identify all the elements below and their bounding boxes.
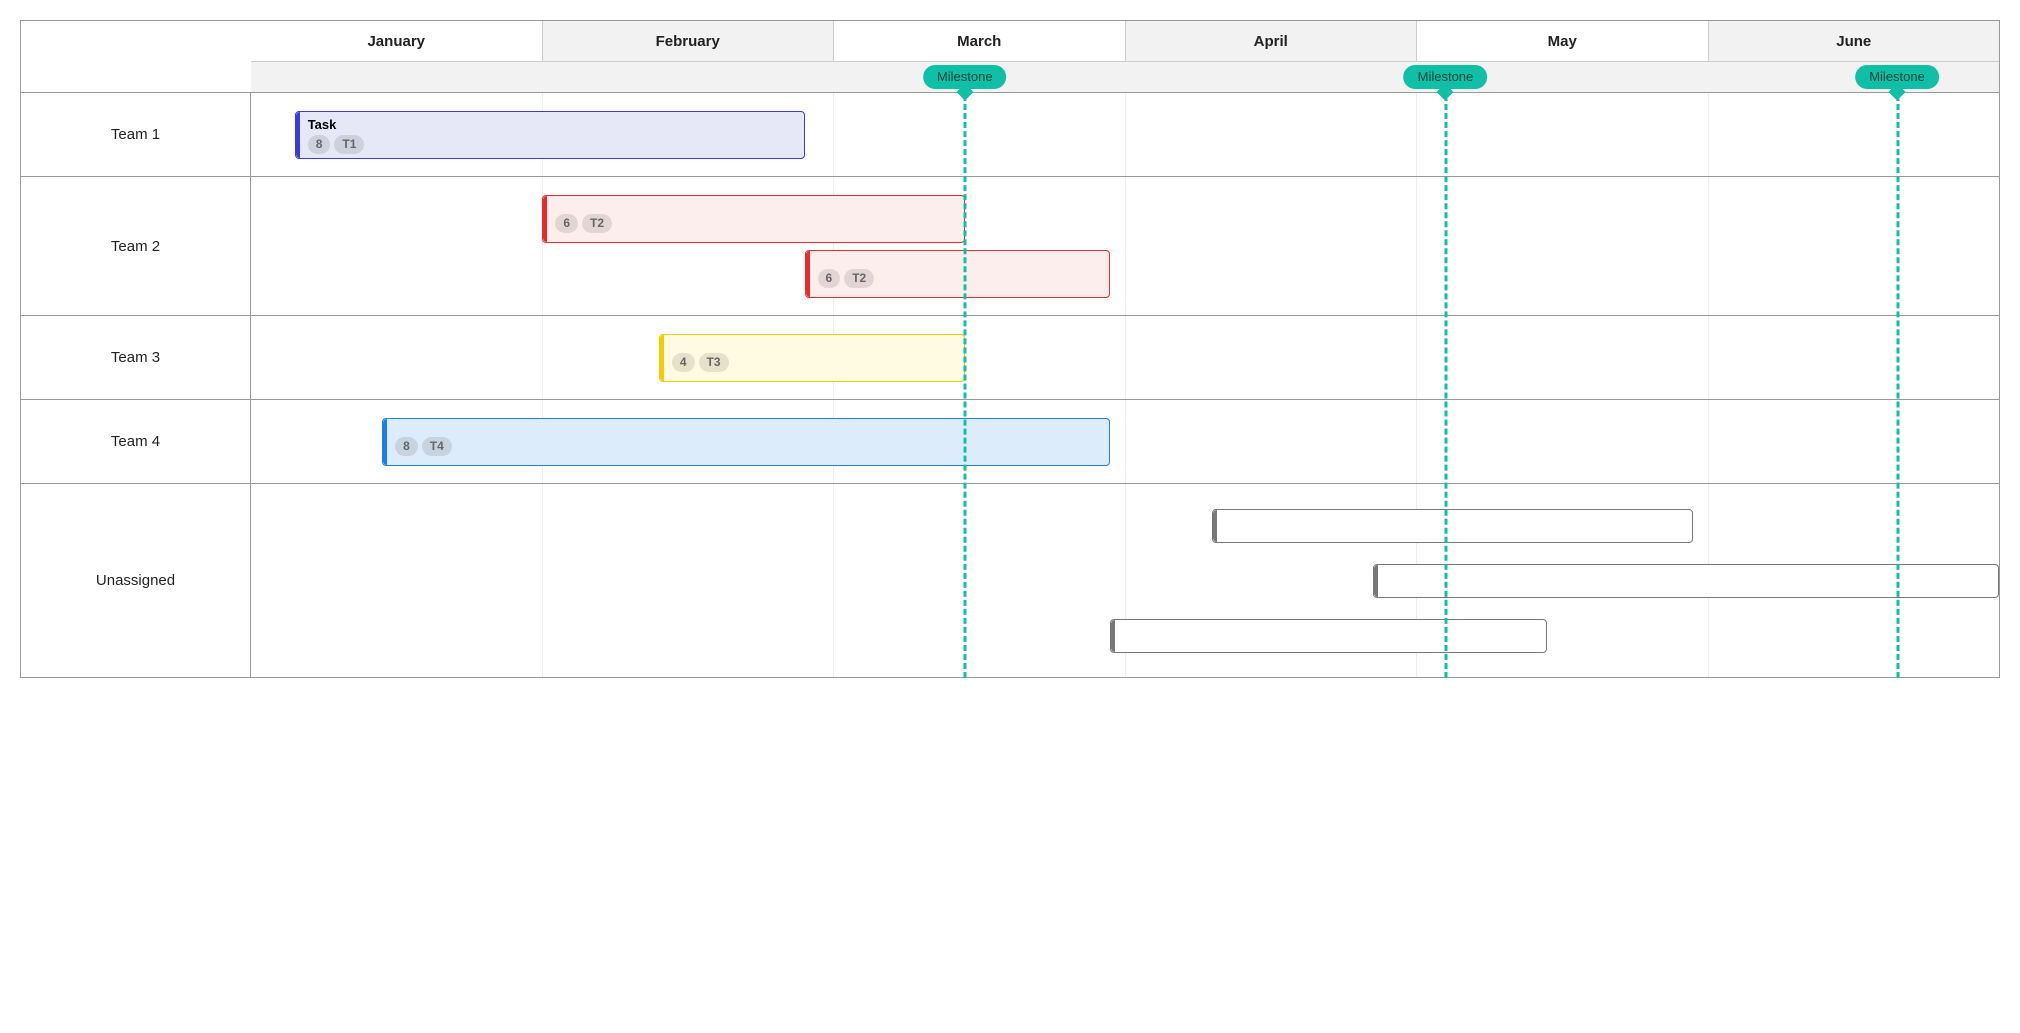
task-bar[interactable]: 6T2	[805, 250, 1111, 298]
task-slot: 6T2	[251, 246, 1999, 301]
task-badges: 4T3	[672, 353, 956, 372]
task-badge: T1	[334, 135, 364, 154]
lane-row: Team 4 8T4	[21, 399, 1999, 483]
gantt-chart: JanuaryFebruaryMarchAprilMayJuneMileston…	[20, 20, 2000, 678]
lane-slots: 4T3	[251, 316, 1999, 399]
lane-row: Team 26T26T2	[21, 176, 1999, 315]
task-slot	[251, 553, 1999, 608]
task-bar-empty[interactable]	[1110, 619, 1547, 653]
lane-body: 4T3	[251, 316, 1999, 399]
month-header[interactable]: January	[251, 21, 542, 61]
task-slot: Task 8T1	[251, 107, 1999, 162]
task-badge: 6	[818, 269, 841, 288]
task-badges: 8T1	[308, 135, 796, 154]
month-header[interactable]: April	[1125, 21, 1417, 61]
lane-label[interactable]: Unassigned	[21, 484, 251, 677]
task-badge: 8	[395, 437, 418, 456]
task-bar-empty[interactable]	[1212, 509, 1693, 543]
lane-body	[251, 484, 1999, 677]
lane-row: Unassigned	[21, 483, 1999, 677]
months-header: JanuaryFebruaryMarchAprilMayJune	[251, 21, 1999, 61]
lane-label[interactable]: Team 3	[21, 316, 251, 399]
milestone-strip: MilestoneMilestoneMilestone	[251, 61, 1999, 92]
month-header[interactable]: February	[542, 21, 834, 61]
lane-slots: 6T26T2	[251, 177, 1999, 315]
lane-label[interactable]: Team 2	[21, 177, 251, 315]
task-slot	[251, 498, 1999, 553]
task-badges: 6T2	[818, 269, 1102, 288]
task-badge: T2	[844, 269, 874, 288]
task-accent	[383, 419, 387, 465]
task-badge: T2	[582, 214, 612, 233]
lane-body: 6T26T2	[251, 177, 1999, 315]
lane-slots: 8T4	[251, 400, 1999, 483]
lane-label[interactable]: Team 4	[21, 400, 251, 483]
lane-body: 8T4	[251, 400, 1999, 483]
task-badges: 6T2	[555, 214, 955, 233]
month-header[interactable]: May	[1416, 21, 1708, 61]
task-slot	[251, 608, 1999, 663]
task-title: Task	[308, 116, 796, 133]
task-accent	[1374, 565, 1378, 597]
header-corner	[21, 21, 251, 92]
task-badge: T4	[422, 437, 452, 456]
task-accent	[1213, 510, 1217, 542]
task-bar[interactable]: 8T4	[382, 418, 1110, 466]
task-badge: T3	[699, 353, 729, 372]
task-badge: 8	[308, 135, 331, 154]
task-badges: 8T4	[395, 437, 1101, 456]
lane-slots	[251, 484, 1999, 677]
task-accent	[660, 335, 664, 381]
lane-slots: Task 8T1	[251, 93, 1999, 176]
lane-body: Task 8T1	[251, 93, 1999, 176]
month-header[interactable]: March	[833, 21, 1125, 61]
task-accent	[296, 112, 300, 158]
month-header[interactable]: June	[1708, 21, 2000, 61]
lane-label[interactable]: Team 1	[21, 93, 251, 176]
task-bar[interactable]: 6T2	[542, 195, 964, 243]
header-body: JanuaryFebruaryMarchAprilMayJuneMileston…	[251, 21, 1999, 92]
task-accent	[1111, 620, 1115, 652]
task-bar[interactable]: 4T3	[659, 334, 965, 382]
task-bar[interactable]: Task 8T1	[295, 111, 805, 159]
gantt-wrapper: JanuaryFebruaryMarchAprilMayJuneMileston…	[20, 20, 2000, 678]
header-row: JanuaryFebruaryMarchAprilMayJuneMileston…	[21, 21, 1999, 92]
task-slot: 4T3	[251, 330, 1999, 385]
task-accent	[543, 196, 547, 242]
lane-row: Team 1 Task 8T1	[21, 92, 1999, 176]
task-badge: 4	[672, 353, 695, 372]
task-accent	[806, 251, 810, 297]
task-bar-empty[interactable]	[1373, 564, 1999, 598]
lane-row: Team 3 4T3	[21, 315, 1999, 399]
task-badge: 6	[555, 214, 578, 233]
task-slot: 8T4	[251, 414, 1999, 469]
task-slot: 6T2	[251, 191, 1999, 246]
